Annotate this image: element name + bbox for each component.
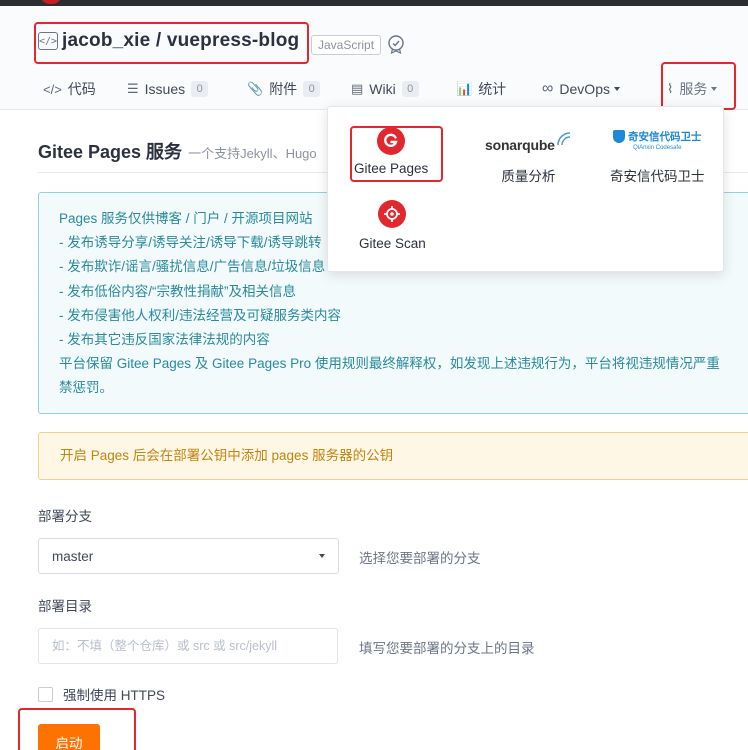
service-label: Gitee Scan xyxy=(359,236,426,251)
notice-line: - 发布侵害他人权利/违法经营及可疑服务类内容 xyxy=(59,307,341,323)
qianxin-logo: 奇安信代码卫士 QiAnxin Codesafe xyxy=(613,129,702,157)
tab-label: DevOps xyxy=(559,81,610,97)
infinity-icon: ∞ xyxy=(542,80,554,97)
repo-name-link[interactable]: vuepress-blog xyxy=(167,30,299,52)
repo-separator: / xyxy=(150,30,167,51)
force-https-checkbox[interactable] xyxy=(38,686,53,702)
tab-label: 代码 xyxy=(67,81,96,97)
page-subtitle: 一个支持Jekyll、Hugo xyxy=(188,146,317,161)
notice-line: - 发布低俗内容/“宗教性捐献”及相关信息 xyxy=(59,283,296,299)
notice-line: 平台保留 Gitee Pages 及 Gitee Pages Pro 使用规则最… xyxy=(59,356,720,372)
book-icon: ▤ xyxy=(351,81,364,96)
tab-issues[interactable]: ☰ Issues 0 xyxy=(127,76,209,102)
service-label: 奇安信代码卫士 xyxy=(610,169,705,184)
service-label: Gitee Pages xyxy=(354,161,429,176)
service-qianxin[interactable]: 奇安信代码卫士 QiAnxin Codesafe 奇安信代码卫士 xyxy=(610,129,705,185)
award-badge-icon[interactable] xyxy=(386,34,406,59)
chevron-down-icon xyxy=(613,87,620,91)
repo-tabs: </> 代码 ☰ Issues 0 📎 附件 0 ▤ Wiki 0 📊 统计 ∞… xyxy=(0,76,748,102)
start-button[interactable]: 启动 xyxy=(38,724,100,750)
tab-label: 附件 xyxy=(269,81,298,97)
tab-code[interactable]: </> 代码 xyxy=(43,76,96,102)
tab-devops[interactable]: ∞ DevOps xyxy=(542,76,620,102)
services-dropdown: Gitee Pages sonarqube 质量分析 奇安信代码卫士 QiAnx… xyxy=(327,106,724,272)
tab-label: Wiki xyxy=(369,81,396,97)
tab-label: 统计 xyxy=(478,81,507,97)
pulse-icon: ⌇ xyxy=(667,81,674,96)
gitee-logo-edge[interactable] xyxy=(40,0,62,4)
count-badge: 0 xyxy=(401,81,419,97)
bar-chart-icon: 📊 xyxy=(456,81,473,96)
branch-label: 部署分支 xyxy=(38,509,92,524)
issues-icon: ☰ xyxy=(127,81,139,96)
tab-attachments[interactable]: 📎 附件 0 xyxy=(247,76,321,102)
count-badge: 0 xyxy=(303,81,321,97)
gitee-pages-icon xyxy=(377,127,406,155)
force-https-row[interactable]: 强制使用 HTTPS xyxy=(38,684,165,704)
service-sonarqube[interactable]: sonarqube 质量分析 xyxy=(485,131,572,185)
directory-hint: 填写您要部署的分支上的目录 xyxy=(359,641,535,656)
paperclip-icon: 📎 xyxy=(247,81,264,96)
chevron-down-icon xyxy=(319,554,325,558)
tab-stats[interactable]: 📊 统计 xyxy=(456,76,506,102)
tab-services[interactable]: ⌇ 服务 xyxy=(667,76,718,102)
service-gitee-scan[interactable]: Gitee Scan xyxy=(359,200,426,251)
code-repo-icon: </> xyxy=(38,32,58,50)
branch-select[interactable]: master xyxy=(38,538,339,574)
sonarqube-logo-text: sonarqube xyxy=(485,137,555,153)
notice-line: - 发布其它违反国家法律法规的内容 xyxy=(59,332,270,348)
branch-selected-value: master xyxy=(52,548,94,564)
force-https-label: 强制使用 HTTPS xyxy=(63,688,166,703)
tab-label: 服务 xyxy=(679,81,708,97)
deploy-key-warning: 开启 Pages 后会在部署公钥中添加 pages 服务器的公钥 xyxy=(38,432,748,480)
qianxin-logo-row: 奇安信代码卫士 xyxy=(613,129,702,144)
count-badge: 0 xyxy=(191,81,209,97)
branch-hint: 选择您要部署的分支 xyxy=(359,551,481,566)
service-gitee-pages[interactable]: Gitee Pages xyxy=(354,127,428,176)
page-title: Gitee Pages 服务 一个支持Jekyll、Hugo xyxy=(38,138,317,164)
code-icon: </> xyxy=(43,81,62,97)
service-label: 质量分析 xyxy=(501,169,556,184)
chevron-down-icon xyxy=(711,87,718,91)
tab-wiki[interactable]: ▤ Wiki 0 xyxy=(351,76,419,102)
qianxin-logo-text: 奇安信代码卫士 xyxy=(628,131,702,143)
repo-owner-link[interactable]: jacob_xie xyxy=(62,30,150,52)
gitee-scan-icon xyxy=(378,200,407,228)
tab-label: Issues xyxy=(144,81,186,97)
language-badge[interactable]: JavaScript xyxy=(311,35,382,55)
directory-input[interactable] xyxy=(38,628,338,664)
qianxin-logo-subtext: QiAnxin Codesafe xyxy=(633,145,682,151)
shield-icon xyxy=(613,130,625,143)
sonarqube-logo: sonarqube xyxy=(485,131,572,153)
notice-line: 禁惩罚。 xyxy=(59,380,113,396)
repo-title: </> jacob_xie / vuepress-blog xyxy=(38,30,299,52)
page-heading: Gitee Pages 服务 xyxy=(38,142,183,162)
directory-label: 部署目录 xyxy=(38,599,92,614)
